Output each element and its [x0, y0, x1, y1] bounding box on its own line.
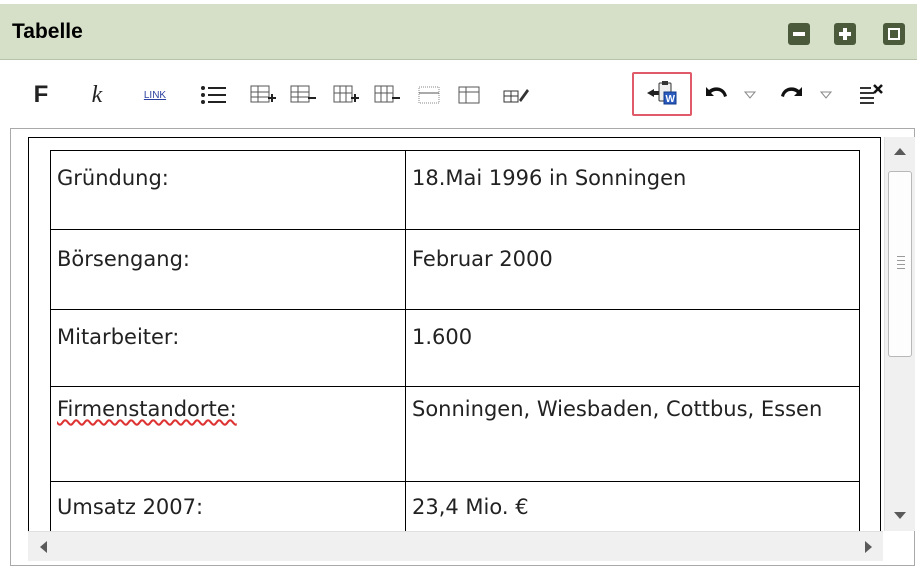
minimize-icon[interactable] — [788, 23, 810, 45]
table-cell-label[interactable]: Börsengang: — [50, 229, 406, 310]
bulleted-list-icon[interactable] — [200, 78, 228, 112]
undo-dropdown-icon[interactable] — [742, 78, 758, 112]
scroll-left-arrow-icon[interactable] — [28, 532, 58, 562]
table-cell-label[interactable]: Gründung: — [50, 150, 406, 230]
table-row: Börsengang: Februar 2000 — [50, 229, 860, 310]
redo-icon[interactable] — [778, 78, 806, 112]
panel-title: Tabelle — [12, 20, 83, 43]
link-button[interactable]: LINK — [134, 78, 176, 112]
delete-row-icon[interactable] — [290, 78, 318, 112]
table-editor-panel: Tabelle F k LINK W Gründung: 18.Mai 1996… — [0, 0, 917, 567]
merge-cells-icon[interactable] — [416, 78, 444, 112]
delete-column-icon[interactable] — [374, 78, 402, 112]
table-cell-label[interactable]: Mitarbeiter: — [50, 309, 406, 387]
insert-row-icon[interactable] — [250, 78, 278, 112]
bold-button[interactable]: F — [30, 78, 52, 112]
spellcheck-flagged-word: Firmenstandorte: — [57, 397, 237, 421]
table-cell-value[interactable]: Februar 2000 — [405, 229, 860, 310]
clear-formatting-icon[interactable] — [857, 78, 885, 112]
editor-toolbar: F k LINK W — [0, 62, 917, 128]
italic-button[interactable]: k — [86, 78, 108, 112]
scroll-down-arrow-icon[interactable] — [885, 501, 916, 531]
table-row: Firmenstandorte: Sonningen, Wiesbaden, C… — [50, 386, 860, 482]
horizontal-scrollbar[interactable] — [28, 531, 883, 561]
scroll-right-arrow-icon[interactable] — [853, 532, 883, 562]
redo-dropdown-icon[interactable] — [818, 78, 834, 112]
svg-text:W: W — [666, 94, 676, 105]
maximize-icon[interactable] — [834, 23, 856, 45]
table-cell-value[interactable]: 1.600 — [405, 309, 860, 387]
restore-icon[interactable] — [883, 23, 905, 45]
table-row: Gründung: 18.Mai 1996 in Sonningen — [50, 150, 860, 230]
table-cell-value[interactable]: 18.Mai 1996 in Sonningen — [405, 150, 860, 230]
scroll-up-arrow-icon[interactable] — [885, 137, 916, 167]
editor-area[interactable]: Gründung: 18.Mai 1996 in Sonningen Börse… — [10, 128, 915, 566]
table-properties-icon[interactable] — [502, 78, 530, 112]
insert-column-icon[interactable] — [333, 78, 361, 112]
company-data-table[interactable]: Gründung: 18.Mai 1996 in Sonningen Börse… — [50, 150, 860, 538]
vertical-scrollbar[interactable] — [884, 137, 915, 531]
split-cells-icon[interactable] — [456, 78, 484, 112]
paste-from-word-icon[interactable]: W — [632, 72, 692, 116]
table-cell-value[interactable]: Sonningen, Wiesbaden, Cottbus, Essen — [405, 386, 860, 482]
vertical-scroll-thumb[interactable] — [888, 171, 912, 357]
document-page[interactable]: Gründung: 18.Mai 1996 in Sonningen Börse… — [28, 137, 881, 539]
panel-header: Tabelle — [0, 4, 917, 60]
undo-icon[interactable] — [702, 78, 730, 112]
table-cell-label[interactable]: Firmenstandorte: — [50, 386, 406, 482]
table-row: Mitarbeiter: 1.600 — [50, 309, 860, 387]
